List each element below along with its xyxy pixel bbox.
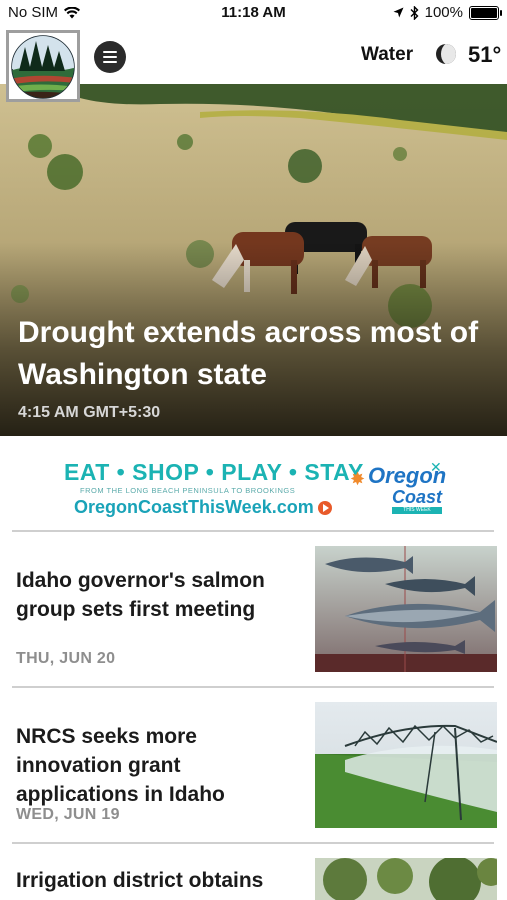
status-right: 100% [393, 4, 502, 21]
menu-icon-bar [103, 56, 117, 59]
story-thumbnail[interactable] [315, 546, 497, 672]
salmon-image [315, 546, 497, 672]
orchard-image [315, 858, 497, 900]
menu-icon-bar [103, 61, 117, 64]
story-item[interactable]: Idaho governor's salmon group sets first… [0, 532, 507, 686]
ad-url: OregonCoastThisWeek.com [74, 497, 332, 518]
ad-headline: EAT • SHOP • PLAY • STAY [64, 459, 364, 485]
story-headline[interactable]: Idaho governor's salmon group sets first… [16, 566, 296, 624]
story-thumbnail[interactable] [315, 702, 497, 828]
story-headline[interactable]: Irrigation district obtains [16, 866, 296, 895]
location-arrow-icon [393, 7, 404, 18]
story-item[interactable]: Irrigation district obtains [0, 844, 507, 900]
ad-url-text: OregonCoastThisWeek.com [74, 497, 314, 517]
ad-brand-bottom: Coast [392, 487, 443, 507]
story-headline[interactable]: NRCS seeks more innovation grant applica… [16, 722, 296, 809]
story-item[interactable]: NRCS seeks more innovation grant applica… [0, 688, 507, 840]
status-bar: No SIM 11:18 AM 100% [0, 0, 507, 28]
story-thumbnail[interactable] [315, 858, 497, 900]
hero-story[interactable]: Drought extends across most of Washingto… [0, 84, 507, 436]
battery-label: 100% [424, 4, 463, 21]
hero-headline[interactable]: Drought extends across most of Washingto… [18, 312, 488, 396]
story-date: WED, JUN 19 [16, 806, 120, 823]
section-title[interactable]: Water [361, 44, 413, 66]
site-logo[interactable] [6, 30, 80, 102]
starfish-icon: ✸ [350, 469, 366, 489]
menu-button[interactable] [94, 41, 126, 73]
advertisement-banner[interactable]: EAT • SHOP • PLAY • STAY FROM THE LONG B… [50, 455, 460, 525]
menu-icon-bar [103, 51, 117, 54]
moon-icon[interactable] [436, 44, 456, 64]
story-date: THU, JUN 20 [16, 650, 116, 667]
irrigation-image [315, 702, 497, 828]
play-icon [317, 501, 332, 516]
logo-emblem-icon [11, 35, 75, 99]
battery-icon [469, 5, 502, 20]
hero-timestamp: 4:15 AM GMT+5:30 [18, 404, 161, 421]
ad-brand-sub: THIS WEEK [392, 507, 442, 514]
ad-tagline: FROM THE LONG BEACH PENINSULA TO BROOKIN… [80, 486, 296, 495]
bluetooth-icon [410, 5, 419, 20]
temperature-label[interactable]: 51° [468, 42, 501, 68]
close-icon[interactable]: ✕ [430, 459, 442, 476]
